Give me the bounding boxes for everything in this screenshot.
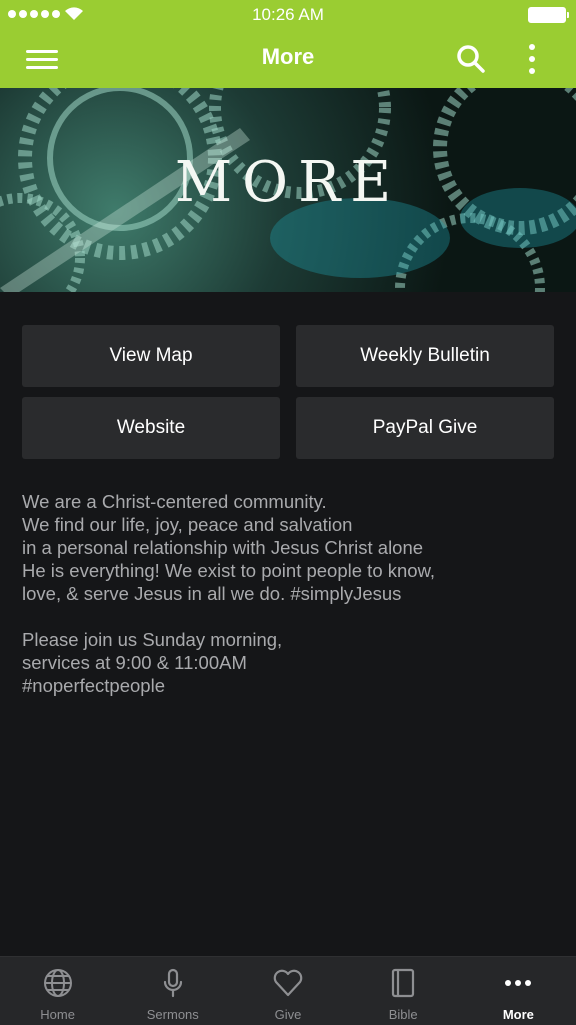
about-line: Please join us Sunday morning,	[22, 629, 283, 650]
more-dots-icon	[505, 980, 532, 986]
about-text: We are a Christ-centered community. We f…	[22, 490, 554, 697]
microphone-icon	[163, 968, 182, 998]
banner-title: MORE	[174, 150, 402, 215]
book-icon	[392, 968, 415, 998]
weekly-bulletin-button[interactable]: Weekly Bulletin	[296, 325, 554, 387]
tab-label: Home	[40, 1007, 75, 1022]
tab-label: More	[502, 1007, 534, 1022]
top-bar: 10:26 AM More	[0, 0, 576, 88]
tab-label: Bible	[388, 1007, 418, 1022]
about-line: He is everything! We exist to point peop…	[22, 560, 436, 581]
globe-icon	[43, 969, 72, 997]
banner-image: MORE	[0, 88, 576, 292]
tab-more[interactable]: More	[461, 957, 576, 1025]
tab-bar: Home Sermons Give Bible More	[0, 956, 576, 1025]
app-header: More	[0, 30, 576, 88]
view-map-button[interactable]: View Map	[22, 325, 280, 387]
about-line: #noperfectpeople	[22, 675, 165, 696]
tab-bible[interactable]: Bible	[346, 957, 461, 1025]
about-line: love, & serve Jesus in all we do. #simpl…	[22, 583, 402, 604]
about-line: services at 9:00 & 11:00AM	[22, 652, 247, 673]
page-title: More	[261, 44, 315, 69]
heart-icon	[273, 969, 303, 997]
paypal-give-button[interactable]: PayPal Give	[296, 397, 554, 459]
status-bar: 10:26 AM	[0, 0, 576, 30]
search-icon[interactable]	[454, 42, 488, 76]
tab-home[interactable]: Home	[0, 957, 115, 1025]
tab-label: Sermons	[146, 1007, 199, 1022]
about-line: in a personal relationship with Jesus Ch…	[22, 537, 424, 558]
battery-icon	[528, 7, 569, 23]
tab-label: Give	[274, 1007, 302, 1022]
about-line: We are a Christ-centered community.	[22, 491, 327, 512]
tab-sermons[interactable]: Sermons	[115, 957, 230, 1025]
overflow-menu-icon[interactable]	[520, 42, 544, 76]
tab-give[interactable]: Give	[230, 957, 345, 1025]
website-button[interactable]: Website	[22, 397, 280, 459]
about-line: We find our life, joy, peace and salvati…	[22, 514, 353, 535]
status-time: 10:26 AM	[252, 5, 324, 24]
